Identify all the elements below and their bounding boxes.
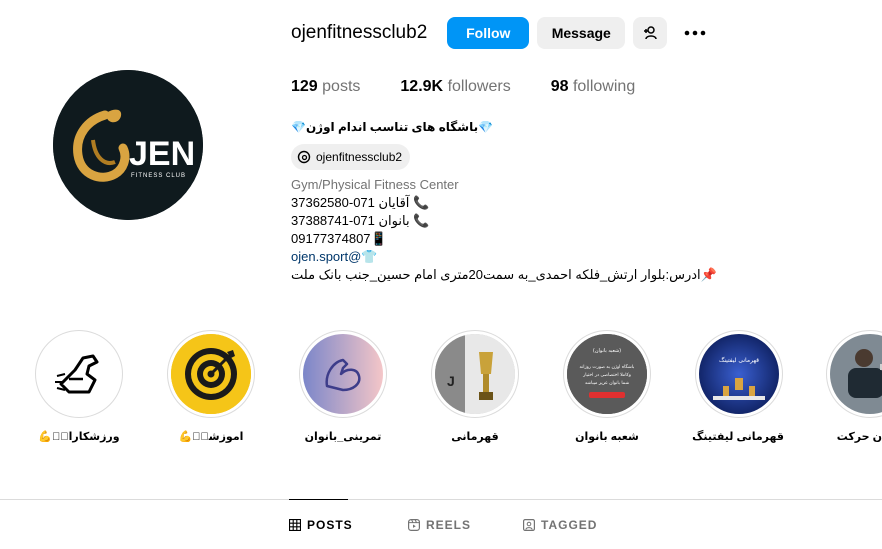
active-tab-indicator xyxy=(289,499,348,500)
grid-icon xyxy=(289,519,301,531)
target-icon xyxy=(171,334,251,414)
profile-tabs: POSTS REELS TAGGED xyxy=(0,518,882,538)
profile-bio: 💎باشگاه های تناسب اندام اوژن💎 ojenfitnes… xyxy=(291,118,717,284)
threads-link[interactable]: ojenfitnessclub2 xyxy=(291,144,411,170)
followers-stat[interactable]: 12.9K followers xyxy=(400,78,510,96)
posts-count: 129 xyxy=(291,78,318,95)
highlight-cover xyxy=(39,334,119,414)
tabs-divider xyxy=(0,499,882,500)
highlight-ring xyxy=(35,330,123,418)
highlight-label: ورزشکاران🏻💪 xyxy=(38,431,120,443)
following-label: following xyxy=(572,78,636,95)
highlight-cover: قهرمانی لیفتینگ xyxy=(699,334,779,414)
bio-mention-link[interactable]: ojen.sport@ xyxy=(291,249,361,264)
womens-branch-cover: (شعبه بانوان) باشگاه اوژن به صورت روزانه… xyxy=(567,334,647,414)
highlight-label: شعبه بانوان xyxy=(575,431,639,443)
ojen-logo: JEN FITNESS CLUB xyxy=(53,70,203,220)
tab-reels[interactable]: REELS xyxy=(408,518,471,532)
profile-header: ojenfitnessclub2 Follow Message xyxy=(291,16,711,50)
exercise-photo xyxy=(830,334,882,414)
flexed-arm-icon xyxy=(55,354,99,394)
highlight-label: تمرینی_بانوان xyxy=(304,431,382,443)
avatar-logo-subtext: FITNESS CLUB xyxy=(131,173,186,179)
highlight-item[interactable]: اموزشی🏻💪 xyxy=(166,330,256,443)
highlight-label: ن حرکت xyxy=(836,431,882,443)
trophy-photo: J xyxy=(435,334,515,414)
highlight-label: قهرمانی لیفتینگ xyxy=(692,431,784,443)
highlight-ring xyxy=(299,330,387,418)
highlight-cover: J xyxy=(435,334,515,414)
username: ojenfitnessclub2 xyxy=(291,22,428,43)
avatar-logo-text: JEN xyxy=(129,135,195,173)
suggest-user-button[interactable] xyxy=(633,17,668,49)
posts-stat: 129 posts xyxy=(291,78,360,96)
highlight-item[interactable]: J قهرمانی xyxy=(430,330,520,443)
highlight-label: قهرمانی xyxy=(451,431,499,443)
follow-button[interactable]: Follow xyxy=(447,17,530,49)
highlight-ring xyxy=(167,330,255,418)
posts-label: posts xyxy=(322,78,361,95)
svg-text:J: J xyxy=(447,373,455,389)
highlight-label: اموزشی🏻💪 xyxy=(178,431,244,443)
highlight-cover xyxy=(171,334,251,414)
highlight-item[interactable]: ورزشکاران🏻💪 xyxy=(34,330,124,443)
more-dots-icon xyxy=(684,30,706,36)
highlight-item[interactable]: تمرینی_بانوان xyxy=(298,330,388,443)
banovan-cover-title: (شعبه بانوان) xyxy=(593,348,621,354)
lifting-championship-cover: قهرمانی لیفتینگ xyxy=(699,334,779,414)
muscle-arm-icon xyxy=(303,334,383,414)
tagged-icon xyxy=(523,519,535,531)
tab-posts-label: POSTS xyxy=(307,518,353,532)
highlight-ring: (شعبه بانوان) باشگاه اوژن به صورت روزانه… xyxy=(563,330,651,418)
highlight-ring: قهرمانی لیفتینگ xyxy=(695,330,783,418)
bio-display-name: 💎باشگاه های تناسب اندام اوژن💎 xyxy=(291,120,494,134)
banovan-cover-line: شما بانوان عزیز میباشد xyxy=(585,381,630,386)
threads-handle: ojenfitnessclub2 xyxy=(316,150,403,164)
profile-stats: 129 posts 12.9K followers 98 following xyxy=(291,78,675,96)
following-stat[interactable]: 98 following xyxy=(551,78,636,96)
shirt-icon: 👕 xyxy=(361,249,378,264)
highlight-item[interactable]: (شعبه بانوان) باشگاه اوژن به صورت روزانه… xyxy=(562,330,652,443)
highlight-item[interactable]: قهرمانی لیفتینگ قهرمانی لیفتینگ xyxy=(692,330,784,443)
more-options-button[interactable] xyxy=(679,17,711,49)
tab-tagged-label: TAGGED xyxy=(541,518,598,532)
followers-label: followers xyxy=(447,78,511,95)
following-count: 98 xyxy=(550,78,569,95)
profile-avatar[interactable]: JEN FITNESS CLUB xyxy=(53,70,203,220)
highlight-ring: J xyxy=(431,330,519,418)
banovan-cover-line: باشگاه اوژن به صورت روزانه xyxy=(580,363,635,370)
profile-category: Gym/Physical Fitness Center xyxy=(291,177,459,192)
highlight-item[interactable]: ن حرکت xyxy=(826,330,882,443)
bio-mobile: 09177374807📱 xyxy=(291,231,387,246)
threads-icon xyxy=(297,150,311,164)
bio-phone-men: 📞 آقایان 071-37362580 xyxy=(291,195,430,210)
add-user-icon xyxy=(644,26,658,40)
tab-reels-label: REELS xyxy=(426,518,472,532)
highlight-cover: (شعبه بانوان) باشگاه اوژن به صورت روزانه… xyxy=(567,334,647,414)
followers-count: 12.9K xyxy=(400,78,444,95)
highlight-cover xyxy=(303,334,383,414)
reels-icon xyxy=(408,519,420,531)
story-highlights: ورزشکاران🏻💪 اموزشی🏻💪 تمرینی_بانوان J قهر… xyxy=(0,330,882,450)
lifting-cover-title: قهرمانی لیفتینگ xyxy=(719,356,759,364)
highlight-ring xyxy=(826,330,882,418)
tab-posts[interactable]: POSTS xyxy=(289,518,353,532)
highlight-cover xyxy=(830,334,882,414)
banovan-cover-line: وکاملا اختصاصی در اختیار xyxy=(582,372,631,378)
bio-phone-women: 📞 بانوان 071-37388741 xyxy=(291,213,430,228)
message-button[interactable]: Message xyxy=(537,17,626,49)
tab-tagged[interactable]: TAGGED xyxy=(523,518,597,532)
bio-address: 📌ادرس:بلوار ارتش_فلکه احمدی_به سمت20متری… xyxy=(291,267,717,282)
